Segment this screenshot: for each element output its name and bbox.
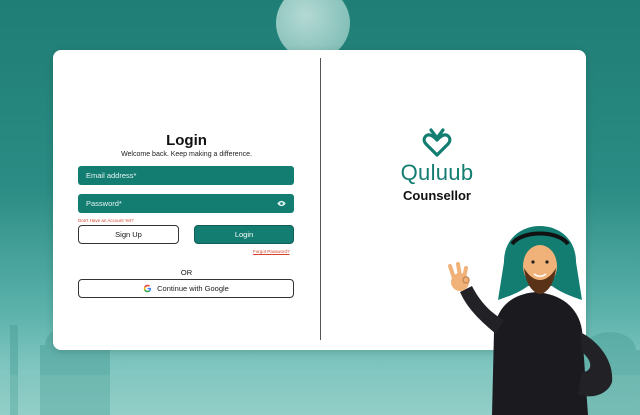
login-button[interactable]: Login (194, 225, 294, 244)
forgot-password-link[interactable]: Forgot Password? (253, 249, 290, 254)
quluub-logo-icon (422, 128, 452, 157)
counsellor-illustration (448, 226, 613, 415)
eye-icon[interactable] (277, 199, 286, 208)
google-signin-button[interactable]: Continue with Google (78, 279, 294, 298)
brand-name: Quluub (400, 160, 474, 185)
brand-subtitle: Counsellor (403, 188, 471, 203)
page-title: Login (166, 132, 207, 149)
password-placeholder: Password* (86, 199, 122, 208)
login-panel: Login Welcome back. Keep making a differ… (53, 50, 320, 350)
password-field[interactable]: Password* (78, 194, 294, 213)
email-field[interactable]: Email address* (78, 166, 294, 185)
google-button-label: Continue with Google (157, 284, 229, 293)
page-subtitle: Welcome back. Keep making a difference. (121, 151, 252, 158)
or-separator: OR (180, 268, 193, 277)
sign-up-button[interactable]: Sign Up (78, 225, 179, 244)
no-account-link[interactable]: Don't Have an Account Yet? (78, 218, 134, 223)
google-icon (143, 284, 152, 293)
email-placeholder: Email address* (86, 171, 137, 180)
